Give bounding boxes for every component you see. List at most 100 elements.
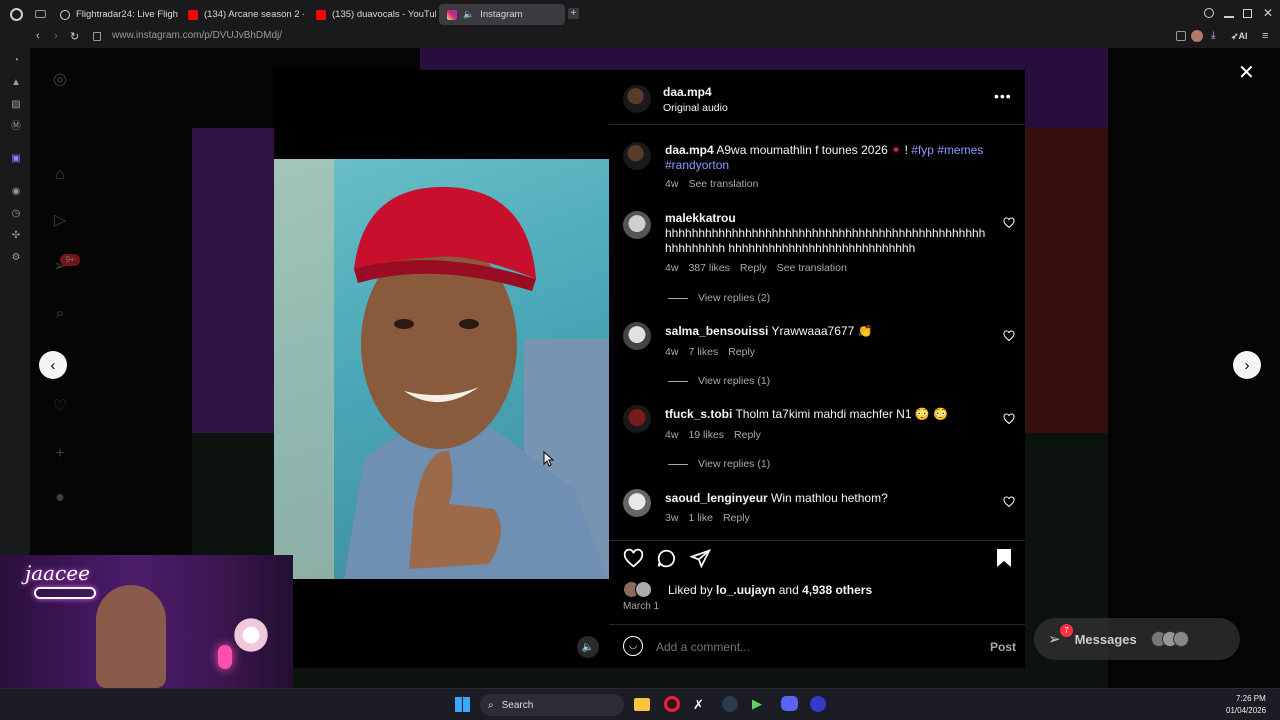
comment-likes[interactable]: 1 like	[688, 512, 713, 524]
previous-post-button[interactable]: ‹	[39, 351, 67, 379]
clock-time[interactable]: 7:26 PM	[1236, 694, 1266, 703]
caption-text: A9wa moumathlin f tounes 2026	[716, 143, 888, 157]
menu-icon[interactable]: ≡	[1262, 30, 1268, 42]
comment-avatar[interactable]	[623, 489, 651, 517]
lock-icon[interactable]	[93, 32, 101, 41]
image-tool-icon[interactable]: ▨	[10, 99, 22, 111]
history-icon[interactable]: ◷	[10, 208, 22, 220]
tab-instagram[interactable]: 🔈 Instagram	[439, 4, 565, 25]
liked-by-user[interactable]: lo_.uujayn	[716, 583, 775, 597]
forward-icon[interactable]: ›	[54, 30, 58, 42]
tab-switcher-icon[interactable]	[35, 10, 46, 18]
see-translation-link[interactable]: See translation	[777, 262, 847, 274]
aria-icon[interactable]: ◔	[10, 55, 22, 67]
app-icon[interactable]	[810, 696, 826, 712]
clock-date[interactable]: 01/04/2026	[1226, 706, 1266, 715]
view-replies-label: View replies (1)	[698, 458, 771, 470]
new-tab-button[interactable]: +	[568, 8, 579, 19]
windows-start-icon[interactable]	[455, 697, 470, 712]
share-send-icon[interactable]	[690, 548, 711, 569]
post-image[interactable]	[274, 159, 609, 579]
view-replies-toggle[interactable]: View replies (2)	[668, 292, 770, 304]
file-explorer-icon[interactable]	[634, 698, 650, 711]
mute-button[interactable]: 🔈	[577, 636, 599, 658]
profile-avatar[interactable]	[1191, 30, 1203, 42]
see-translation-link[interactable]: See translation	[688, 178, 758, 190]
steam-icon[interactable]	[722, 696, 738, 712]
liked-by-and: and	[778, 583, 799, 597]
comment-bubble-icon[interactable]	[656, 548, 677, 569]
comment-username[interactable]: salma_bensouissi	[665, 324, 768, 338]
comment-like-heart-icon[interactable]	[1003, 496, 1015, 508]
view-replies-toggle[interactable]: View replies (1)	[668, 375, 770, 387]
url-text[interactable]: www.instagram.com/p/DVUJvBhDMdj/	[112, 30, 282, 41]
comment-username[interactable]: malekkatrou	[665, 211, 736, 225]
tab-flightradar[interactable]: Flightradar24: Live Flight T	[52, 4, 178, 25]
reload-icon[interactable]: ↻	[70, 30, 79, 43]
next-post-button[interactable]: ›	[1233, 351, 1261, 379]
comment-like-heart-icon[interactable]	[1003, 217, 1015, 229]
back-icon[interactable]: ‹	[36, 30, 40, 42]
comment-username[interactable]: tfuck_s.tobi	[665, 407, 732, 421]
comment-like-heart-icon[interactable]	[1003, 413, 1015, 425]
extensions-icon[interactable]: ✣	[10, 230, 22, 242]
ai-button[interactable]: ➶AI	[1231, 31, 1248, 42]
messages-label: Messages	[1074, 631, 1137, 647]
close-window-button[interactable]: ✕	[1263, 6, 1273, 20]
restore-button[interactable]	[1243, 9, 1252, 18]
caption-author-avatar[interactable]	[623, 142, 651, 170]
opera-logo-icon[interactable]	[10, 8, 23, 21]
caption: daa.mp4 A9wa moumathlin f tounes 2026 ✴ …	[665, 143, 1000, 173]
car-logo-icon	[34, 587, 96, 599]
comment-like-heart-icon[interactable]	[1003, 330, 1015, 342]
view-replies-toggle[interactable]: View replies (1)	[668, 458, 770, 470]
messages-badge: 7	[1060, 624, 1073, 637]
comment-avatar[interactable]	[623, 322, 651, 350]
tab-duavocals[interactable]: (135) duavocals - YouTube	[308, 4, 436, 25]
comment-likes[interactable]: 7 likes	[688, 346, 718, 358]
more-options-icon[interactable]: •••	[994, 88, 1012, 104]
extensions-icon[interactable]	[1176, 31, 1186, 41]
capcut-icon[interactable]: ✗	[693, 697, 704, 713]
ai-tools-icon[interactable]: ▲	[10, 77, 22, 89]
liked-by-others[interactable]: 4,938 others	[802, 583, 872, 597]
game-launcher-icon[interactable]: ▶	[752, 696, 762, 712]
comment-avatar[interactable]	[623, 211, 651, 239]
settings-icon[interactable]: ⚙	[10, 252, 22, 264]
twitch-icon[interactable]: ▣	[10, 153, 22, 165]
post-date[interactable]: March 1	[623, 601, 659, 612]
reply-button[interactable]: Reply	[723, 512, 750, 524]
post-comment-button[interactable]: Post	[990, 640, 1016, 654]
comment-avatar[interactable]	[623, 405, 651, 433]
author-avatar[interactable]	[623, 85, 651, 113]
opera-taskbar-icon[interactable]	[664, 696, 680, 712]
caption-username[interactable]: daa.mp4	[665, 143, 714, 157]
bookmark-icon[interactable]	[995, 548, 1013, 568]
minimize-button[interactable]	[1224, 16, 1234, 18]
comment-likes[interactable]: 387 likes	[688, 262, 729, 274]
close-modal-icon[interactable]: ✕	[1238, 60, 1255, 85]
tab-arcane[interactable]: (134) Arcane season 2 - I	[180, 4, 304, 25]
add-comment-input[interactable]	[656, 638, 976, 656]
comment-body: saoud_lenginyeur Win mathlou hethom?	[665, 491, 990, 506]
search-tabs-icon[interactable]	[1204, 8, 1214, 18]
hashtags-line-1[interactable]: #fyp #memes	[911, 143, 983, 157]
hashtags-line-2[interactable]: #randyorton	[665, 158, 729, 172]
reply-button[interactable]: Reply	[740, 262, 767, 274]
player-icon[interactable]: Ⓜ	[10, 121, 22, 133]
comment-meta: 4w 19 likes Reply	[665, 429, 761, 441]
reply-button[interactable]: Reply	[734, 429, 761, 441]
comment-username[interactable]: saoud_lenginyeur	[665, 491, 768, 505]
taskbar-search-box[interactable]: ⌕ Search	[480, 694, 624, 716]
like-heart-icon[interactable]	[623, 548, 644, 569]
author-username[interactable]: daa.mp4	[663, 85, 712, 100]
view-replies-label: View replies (1)	[698, 375, 771, 387]
comment-likes[interactable]: 19 likes	[688, 429, 724, 441]
record-icon[interactable]: ◉	[10, 186, 22, 198]
speaker-icon[interactable]: 🔈	[463, 9, 474, 20]
discord-icon[interactable]	[781, 696, 798, 711]
emoji-picker-icon[interactable]: ◡	[623, 636, 643, 656]
reply-button[interactable]: Reply	[728, 346, 755, 358]
audio-label[interactable]: Original audio	[663, 101, 728, 116]
download-icon[interactable]: ⤓	[1211, 30, 1215, 41]
